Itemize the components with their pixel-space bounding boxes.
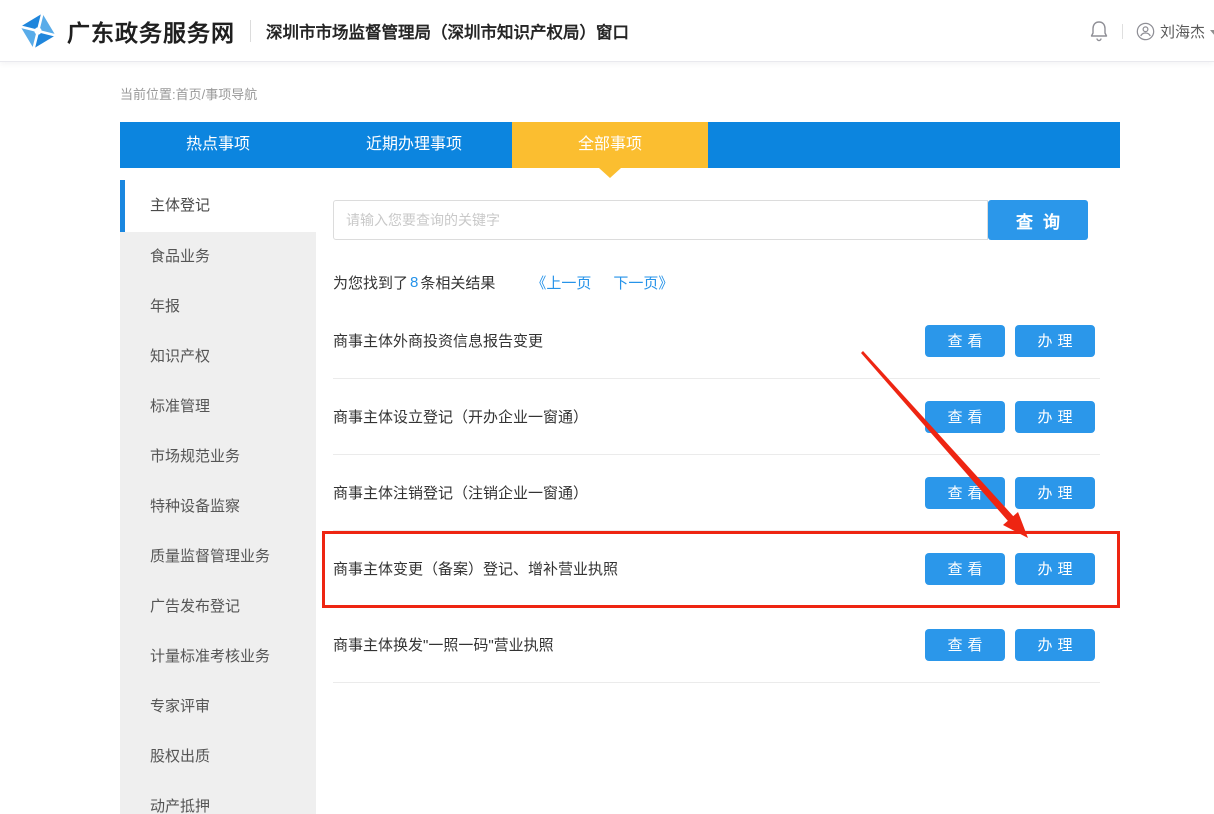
pinwheel-logo-icon bbox=[18, 11, 58, 51]
service-title: 商事主体换发"一照一码"营业执照 bbox=[333, 634, 554, 655]
top-header: 广东政务服务网 深圳市市场监督管理局（深圳市知识产权局）窗口 刘海杰 bbox=[0, 0, 1214, 62]
user-name: 刘海杰 bbox=[1160, 21, 1205, 42]
service-row: 商事主体注销登记（注销企业一窗通） 查看 办理 bbox=[333, 455, 1100, 531]
service-list: 商事主体外商投资信息报告变更 查看 办理 商事主体设立登记（开办企业一窗通） 查… bbox=[333, 303, 1100, 683]
sidebar-item-subject-registration[interactable]: 主体登记 bbox=[120, 180, 316, 232]
service-title: 商事主体注销登记（注销企业一窗通） bbox=[333, 482, 588, 503]
prev-page-link[interactable]: 《上一页 bbox=[531, 272, 591, 293]
header-divider bbox=[250, 20, 251, 42]
sidebar-item-food-business[interactable]: 食品业务 bbox=[120, 232, 316, 282]
sidebar-item-intellectual-property[interactable]: 知识产权 bbox=[120, 332, 316, 382]
notification-bell-icon[interactable] bbox=[1089, 20, 1109, 42]
row-actions: 查看 办理 bbox=[925, 629, 1100, 661]
user-avatar-icon bbox=[1136, 22, 1155, 41]
row-actions: 查看 办理 bbox=[925, 325, 1100, 357]
view-button[interactable]: 查看 bbox=[925, 325, 1005, 357]
next-page-link[interactable]: 下一页》 bbox=[613, 272, 673, 293]
view-button[interactable]: 查看 bbox=[925, 553, 1005, 585]
apply-button[interactable]: 办理 bbox=[1015, 629, 1095, 661]
sidebar-item-expert-review[interactable]: 专家评审 bbox=[120, 682, 316, 732]
results-suffix: 条相关结果 bbox=[420, 272, 495, 293]
sidebar-item-annual-report[interactable]: 年报 bbox=[120, 282, 316, 332]
search-bar: 查询 bbox=[333, 200, 1120, 240]
header-right-divider bbox=[1122, 24, 1123, 39]
main-content: 查询 为您找到了8条相关结果 《上一页 下一页》 商事主体外商投资信息报告变更 … bbox=[333, 200, 1120, 683]
view-button[interactable]: 查看 bbox=[925, 401, 1005, 433]
service-row: 商事主体设立登记（开办企业一窗通） 查看 办理 bbox=[333, 379, 1100, 455]
results-prefix: 为您找到了 bbox=[333, 272, 408, 293]
site-brand-title: 广东政务服务网 bbox=[67, 14, 235, 48]
page: 广东政务服务网 深圳市市场监督管理局（深圳市知识产权局）窗口 刘海杰 当前位置:… bbox=[0, 0, 1214, 814]
service-row: 商事主体外商投资信息报告变更 查看 办理 bbox=[333, 303, 1100, 379]
tab-hot-items[interactable]: 热点事项 bbox=[120, 122, 316, 168]
row-actions: 查看 办理 bbox=[925, 553, 1100, 585]
results-count: 8 bbox=[410, 274, 418, 291]
service-row: 商事主体换发"一照一码"营业执照 查看 办理 bbox=[333, 607, 1100, 683]
sidebar-item-ad-registration[interactable]: 广告发布登记 bbox=[120, 582, 316, 632]
sidebar-item-chattel-mortgage[interactable]: 动产抵押 bbox=[120, 782, 316, 814]
tab-recent-items[interactable]: 近期办理事项 bbox=[316, 122, 512, 168]
service-title: 商事主体设立登记（开办企业一窗通） bbox=[333, 406, 588, 427]
row-actions: 查看 办理 bbox=[925, 401, 1100, 433]
breadcrumb: 当前位置:首页/事项导航 bbox=[120, 84, 257, 103]
sidebar-item-special-equipment[interactable]: 特种设备监察 bbox=[120, 482, 316, 532]
header-right-tools: 刘海杰 bbox=[1089, 0, 1214, 62]
category-sidebar: 主体登记 食品业务 年报 知识产权 标准管理 市场规范业务 特种设备监察 质量监… bbox=[120, 180, 316, 814]
tab-all-items[interactable]: 全部事项 bbox=[512, 122, 708, 168]
view-button[interactable]: 查看 bbox=[925, 477, 1005, 509]
sidebar-item-quality-supervision[interactable]: 质量监督管理业务 bbox=[120, 532, 316, 582]
chevron-down-icon bbox=[1210, 30, 1214, 36]
category-tabbar: 热点事项 近期办理事项 全部事项 bbox=[120, 122, 1120, 168]
sidebar-item-metrology-assessment[interactable]: 计量标准考核业务 bbox=[120, 632, 316, 682]
search-input[interactable] bbox=[333, 200, 988, 240]
bureau-window-title: 深圳市市场监督管理局（深圳市知识产权局）窗口 bbox=[266, 19, 629, 43]
apply-button[interactable]: 办理 bbox=[1015, 401, 1095, 433]
row-actions: 查看 办理 bbox=[925, 477, 1100, 509]
service-row-highlighted: 商事主体变更（备案）登记、增补营业执照 查看 办理 bbox=[333, 531, 1100, 607]
view-button[interactable]: 查看 bbox=[925, 629, 1005, 661]
sidebar-item-equity-pledge[interactable]: 股权出质 bbox=[120, 732, 316, 782]
apply-button[interactable]: 办理 bbox=[1015, 553, 1095, 585]
service-title: 商事主体变更（备案）登记、增补营业执照 bbox=[333, 558, 618, 579]
sidebar-item-market-regulation[interactable]: 市场规范业务 bbox=[120, 432, 316, 482]
sidebar-item-standard-management[interactable]: 标准管理 bbox=[120, 382, 316, 432]
apply-button[interactable]: 办理 bbox=[1015, 325, 1095, 357]
search-button[interactable]: 查询 bbox=[988, 200, 1088, 240]
service-title: 商事主体外商投资信息报告变更 bbox=[333, 330, 543, 351]
apply-button[interactable]: 办理 bbox=[1015, 477, 1095, 509]
user-menu[interactable]: 刘海杰 bbox=[1136, 21, 1214, 42]
results-summary: 为您找到了8条相关结果 《上一页 下一页》 bbox=[333, 272, 1120, 293]
